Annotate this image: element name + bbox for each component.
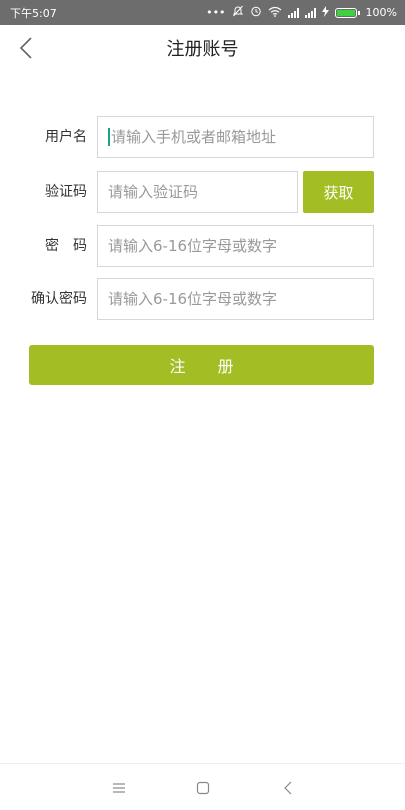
confirm-label: 确认密码 [31,291,87,307]
code-input[interactable]: 请输入验证码 [97,171,298,213]
back-button[interactable] [14,35,38,61]
alarm-icon [250,5,262,20]
code-row: 验证码 请输入验证码 获取 [0,171,405,213]
menu-icon [113,783,125,793]
nav-back-button[interactable] [276,776,300,800]
title-bar: 注册账号 [0,25,405,71]
navigation-bar [0,763,405,810]
code-placeholder: 请输入验证码 [108,183,199,201]
home-button[interactable] [191,776,215,800]
status-bar: 下午5:07 ••• 100% [0,0,405,25]
home-icon [196,781,210,795]
page-title: 注册账号 [166,39,239,60]
wifi-icon [268,6,282,20]
status-icons: ••• 100% [206,5,397,20]
confirm-password-input[interactable]: 请输入6-16位字母或数字 [97,278,374,320]
password-placeholder: 请输入6-16位字母或数字 [108,237,278,255]
text-caret [108,127,110,146]
code-label: 验证码 [45,184,87,200]
battery-percent: 100% [365,6,397,19]
password-label: 密 码 [45,238,87,254]
back-icon [284,781,292,795]
register-button[interactable]: 注 册 [29,345,374,385]
username-input[interactable]: 请输入手机或者邮箱地址 [97,116,374,158]
chevron-left-icon [19,37,32,59]
password-row: 密 码 请输入6-16位字母或数字 [0,225,405,267]
battery-icon [334,7,360,18]
signal-icon [287,7,299,18]
signal-icon [304,7,316,18]
get-code-button[interactable]: 获取 [303,171,374,213]
confirm-row: 确认密码 请输入6-16位字母或数字 [0,278,405,320]
username-label: 用户名 [45,129,87,145]
status-time: 下午5:07 [10,6,57,20]
more-dots: ••• [206,6,226,19]
password-input[interactable]: 请输入6-16位字母或数字 [97,225,374,267]
username-row: 用户名 请输入手机或者邮箱地址 [0,116,405,158]
menu-button[interactable] [107,776,131,800]
username-placeholder: 请输入手机或者邮箱地址 [111,128,277,146]
confirm-placeholder: 请输入6-16位字母或数字 [108,290,278,308]
mute-icon [232,5,244,20]
charging-icon [321,5,329,20]
